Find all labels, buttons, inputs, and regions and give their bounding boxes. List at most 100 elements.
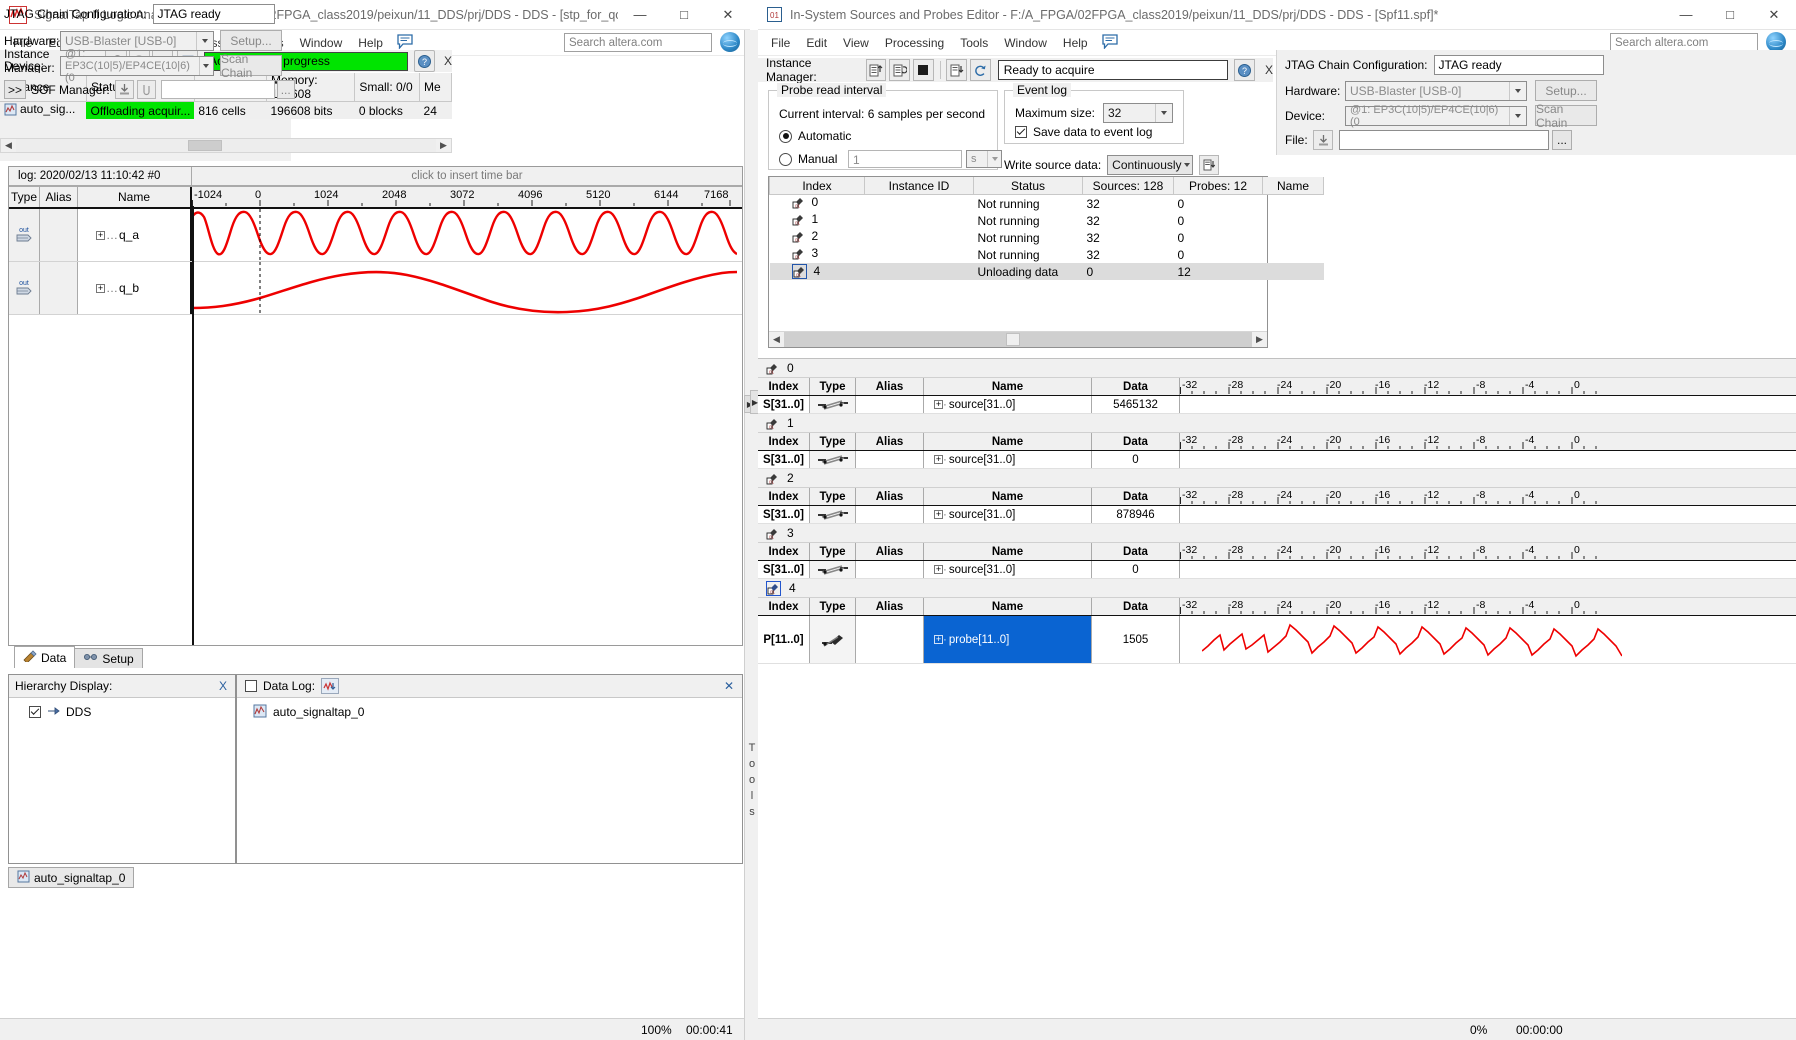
write-source-data-select[interactable]: Continuously [1107,155,1194,175]
data-row[interactable]: S[31..0] + · source[31..0] 878946 [758,506,1796,524]
feedback-icon[interactable] [1101,33,1118,52]
col-data[interactable]: Data [1092,488,1180,505]
data-cell[interactable]: 5465132 [1092,396,1180,413]
file-browse-button[interactable]: ... [1552,130,1572,150]
table-row[interactable]: 01 3 Not running 32 0 [770,246,1324,263]
col-status[interactable]: Status [973,177,1083,195]
sof-expand-button[interactable]: >> [4,80,26,99]
col-index[interactable]: Index [758,378,810,395]
close-button[interactable]: ✕ [1752,0,1796,30]
col-index[interactable]: Index [758,543,810,560]
instance-list-hscrollbar[interactable]: ◀ ▶ [769,331,1267,347]
col-name[interactable]: Name [924,488,1092,505]
minimize-button[interactable]: — [618,0,662,30]
table-row[interactable]: 01 2 Not running 32 0 [770,229,1324,246]
expand-icon[interactable]: + [934,565,943,574]
menu-window[interactable]: Window [996,33,1055,53]
globe-icon[interactable] [720,32,740,52]
col-name[interactable]: Name [78,187,192,207]
file-path-field[interactable] [1339,130,1549,150]
col-alias[interactable]: Alias [856,433,924,450]
write-source-data-apply-button[interactable] [1199,155,1220,175]
device-select[interactable]: @1: EP3C(10|5)/EP4CE(10|6) (0 [1345,104,1527,128]
sof-download-icon[interactable] [114,80,134,99]
chevron-down-icon[interactable] [198,56,213,75]
scroll-track[interactable] [784,332,1252,347]
menu-help[interactable]: Help [1055,33,1096,53]
waveform-row[interactable]: out + … q_b [9,262,742,315]
scroll-left-arrow[interactable]: ◀ [1,139,16,152]
col-index[interactable]: Index [758,488,810,505]
expand-icon[interactable]: + [96,230,105,240]
search-input[interactable]: Search altera.com [564,33,712,52]
table-row[interactable]: 01 1 Not running 32 0 [770,212,1324,229]
manual-radio[interactable] [779,152,792,166]
col-alias[interactable]: Alias [856,543,924,560]
continuously-read-button[interactable] [889,59,910,81]
data-row[interactable]: S[31..0] + · source[31..0] 0 [758,561,1796,579]
menu-processing[interactable]: Processing [877,33,952,53]
data-row[interactable]: S[31..0] + · source[31..0] 5465132 [758,396,1796,414]
expand-icon[interactable]: + [934,635,943,644]
col-name[interactable]: Name [924,543,1092,560]
datalog-close-button[interactable]: ✕ [724,679,734,693]
col-name[interactable]: Name [1262,177,1324,195]
table-row[interactable]: 01 4 Unloading data 0 12 [769,263,1324,280]
col-type[interactable]: Type [9,187,40,207]
col-data[interactable]: Data [1092,598,1180,615]
minimize-button[interactable]: — [1664,0,1708,30]
col-small[interactable]: Small: 0/0 [354,73,421,102]
scroll-left-arrow[interactable]: ◀ [769,332,784,347]
chevron-down-icon[interactable] [1509,81,1526,100]
instance-manager-close[interactable]: X [1265,63,1273,77]
col-alias[interactable]: Alias [856,598,924,615]
write-source-data-button[interactable] [946,59,968,81]
group-header[interactable]: 01 3 [758,524,1796,543]
col-type[interactable]: Type [810,598,856,615]
chevron-down-icon[interactable] [987,151,1001,167]
jtag-status-field[interactable]: JTAG ready [152,4,275,24]
col-index[interactable]: Index [758,433,810,450]
chevron-down-icon[interactable] [1155,104,1172,122]
maximize-button[interactable]: □ [1708,0,1752,30]
group-header[interactable]: 01 0 [758,359,1796,378]
data-cell[interactable]: 878946 [1092,506,1180,523]
expand-icon[interactable]: + [934,455,943,464]
data-row-selected[interactable]: P[11..0] + · probe[11..0] 1505 [758,616,1796,664]
help-icon[interactable]: ? [1234,59,1256,81]
col-instance-id[interactable]: Instance ID [864,177,974,195]
close-button[interactable]: ✕ [706,0,750,30]
timebar-hint[interactable]: click to insert time bar [192,167,742,186]
col-type[interactable]: Type [810,433,856,450]
tab-data[interactable]: Data [14,646,76,668]
sof-browse-button[interactable]: ... [276,80,295,99]
data-cell[interactable]: 0 [1092,561,1180,578]
instance-manager-close[interactable]: X [444,54,452,68]
col-alias[interactable]: Alias [856,378,924,395]
datalog-item[interactable]: auto_signaltap_0 [237,702,742,722]
col-alias[interactable]: Alias [856,488,924,505]
sof-path-field[interactable] [160,80,275,99]
tab-setup[interactable]: Setup [74,648,143,668]
group-header[interactable]: 01 2 [758,469,1796,488]
group-header-selected[interactable]: 01 4 [758,579,1796,598]
device-select[interactable]: @1: EP3C(10|5)/EP4CE(10|6) (0 [60,48,214,84]
max-size-select[interactable]: 32 [1103,103,1173,123]
feedback-icon[interactable] [397,33,413,52]
group-header[interactable]: 01 1 [758,414,1796,433]
col-index[interactable]: Index [769,177,865,195]
menu-edit[interactable]: Edit [798,33,835,53]
menu-file[interactable]: File [763,33,798,53]
doc-tab-auto-signaltap[interactable]: auto_signaltap_0 [8,867,135,888]
col-name[interactable]: Name [924,598,1092,615]
data-cell[interactable]: 1505 [1092,616,1180,663]
name-cell-selected[interactable]: + · probe[11..0] [924,616,1092,663]
scan-chain-button[interactable]: Scan Chain [1535,102,1597,130]
menu-view[interactable]: View [835,33,877,53]
instance-table-hscrollbar[interactable]: ◀ ▶ [0,138,452,153]
col-data[interactable]: Data [1092,543,1180,560]
waveform-row[interactable]: out + … q_a [9,209,742,262]
datalog-icon[interactable] [321,678,340,694]
hierarchy-close-button[interactable]: X [219,679,227,693]
datalog-checkbox[interactable] [245,680,257,692]
